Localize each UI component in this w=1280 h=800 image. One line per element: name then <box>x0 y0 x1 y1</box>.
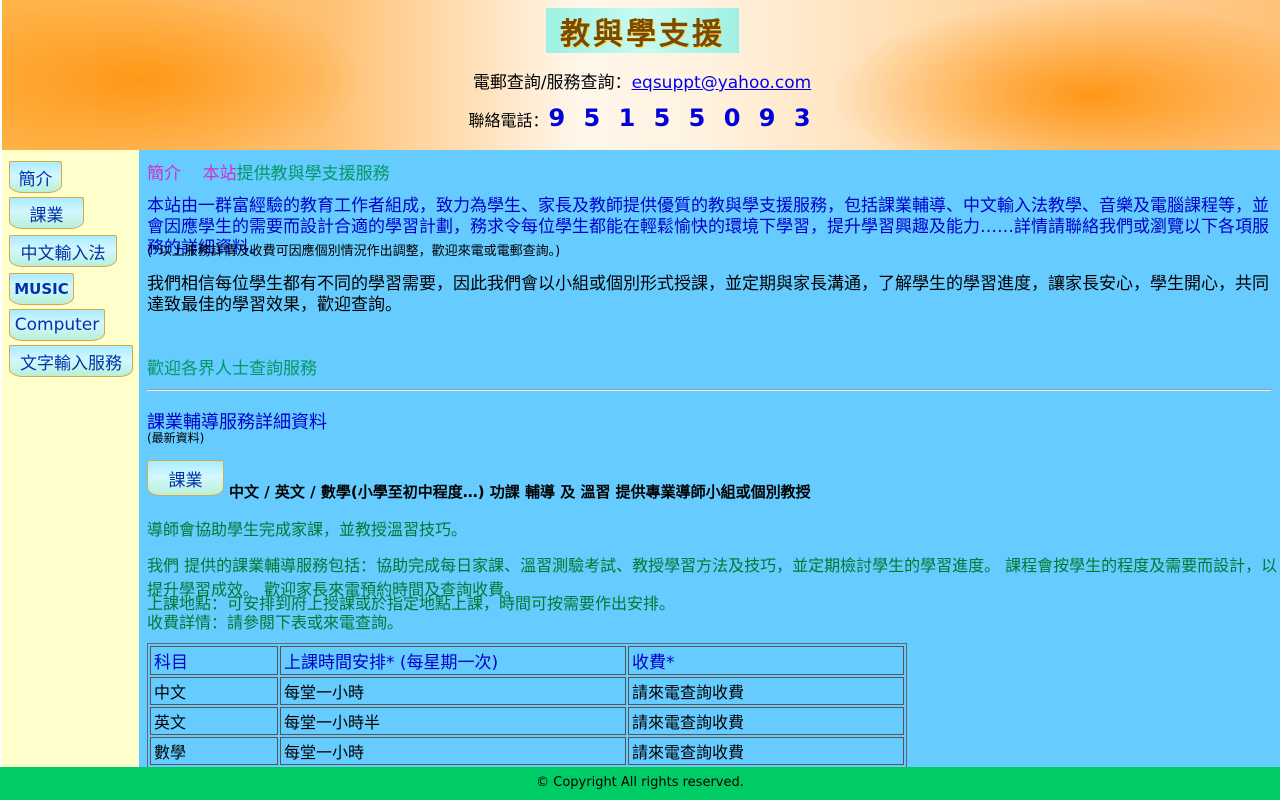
green-text-1: 導師會協助學生完成家課，並教授溫習技巧。 <box>147 520 468 539</box>
schedule-table: 科目 上課時間安排* (每星期一次) 收費* 中文 每堂一小時 請來電查詢收費 … <box>147 643 907 768</box>
table-cell: 請來電查詢收費 <box>628 737 904 765</box>
site-logo[interactable]: 教與學支援 <box>546 8 739 53</box>
sidebar-item-coursework[interactable]: 課業 <box>9 197 84 229</box>
contact-phone-label: 聯絡電話： <box>468 111 549 130</box>
table-cell: 數學 <box>150 737 278 765</box>
intro-note: (*以上服務詳情及收費可因應個別情況作出調整，歡迎來電或電郵查詢。) <box>147 244 561 259</box>
sidebar-nav: 簡介 課業 中文輸入法 MUSIC Computer 文字輸入服務 <box>2 150 139 767</box>
table-cell: 英文 <box>150 707 278 735</box>
green-text-4: 收費詳情：請參閱下表或來電查詢。 <box>147 613 404 632</box>
sidebar-item-intro[interactable]: 簡介 <box>9 161 62 193</box>
table-header-cell: 科目 <box>150 646 278 675</box>
page-title-part2: 本站 <box>202 164 237 184</box>
table-header-cell: 上課時間安排* (每星期一次) <box>280 646 626 675</box>
course-description: 中文 / 英文 / 數學(小學至初中程度…) 功課 輔導 及 溫習 提供專業導師… <box>229 483 811 501</box>
divider <box>147 389 1271 391</box>
sidebar-item-text-input-service[interactable]: 文字輸入服務 <box>9 345 133 377</box>
phone-number: 9 5 1 5 5 0 9 3 <box>548 104 816 132</box>
contact-phone-line: 聯絡電話：9 5 1 5 5 0 9 3 <box>2 104 1280 132</box>
page-title: 簡介 本站提供教與學支援服務 <box>147 159 390 184</box>
table-row: 數學 每堂一小時 請來電查詢收費 <box>150 737 904 765</box>
sidebar-item-computer[interactable]: Computer <box>9 309 105 341</box>
table-header-cell: 收費* <box>628 646 904 675</box>
contact-email-label: 電郵查詢/服務查詢： <box>472 73 632 93</box>
copyright-text: © Copyright All rights reserved. <box>536 775 744 790</box>
page-title-part1: 簡介 <box>147 164 181 184</box>
table-row: 英文 每堂一小時半 請來電查詢收費 <box>150 707 904 735</box>
table-cell: 每堂一小時 <box>280 677 626 705</box>
page-title-part3: 提供教與學支援服務 <box>236 164 390 184</box>
header-banner: 教與學支援 電郵查詢/服務查詢：eqsuppt@yahoo.com 聯絡電話：9… <box>2 0 1280 150</box>
table-cell: 每堂一小時 <box>280 737 626 765</box>
footer: © Copyright All rights reserved. <box>0 767 1280 800</box>
second-paragraph: 我們相信每位學生都有不同的學習需要，因此我們會以小組或個別形式授課，並定期與家長… <box>147 274 1269 315</box>
contact-email-line: 電郵查詢/服務查詢：eqsuppt@yahoo.com <box>2 68 1280 93</box>
site-logo-text: 教與學支援 <box>560 16 725 52</box>
section-heading-green: 歡迎各界人士查詢服務 <box>147 359 317 379</box>
table-row: 中文 每堂一小時 請來電查詢收費 <box>150 677 904 705</box>
table-cell: 中文 <box>150 677 278 705</box>
table-header-row: 科目 上課時間安排* (每星期一次) 收費* <box>150 646 904 675</box>
table-cell: 每堂一小時半 <box>280 707 626 735</box>
sidebar-item-music[interactable]: MUSIC <box>9 273 74 305</box>
coursework-button[interactable]: 課業 <box>147 460 224 496</box>
section-subnote: (最新資料) <box>147 431 205 445</box>
table-cell: 請來電查詢收費 <box>628 707 904 735</box>
table-cell: 請來電查詢收費 <box>628 677 904 705</box>
main-content: 簡介 本站提供教與學支援服務 本站由一群富經驗的教育工作者組成，致力為學生、家長… <box>139 150 1280 768</box>
email-link[interactable]: eqsuppt@yahoo.com <box>632 73 812 93</box>
sidebar-item-chinese-input[interactable]: 中文輸入法 <box>9 235 117 267</box>
